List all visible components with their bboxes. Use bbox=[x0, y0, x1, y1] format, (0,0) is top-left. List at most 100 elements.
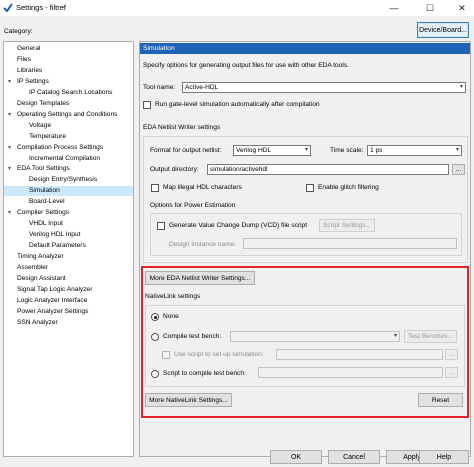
time-scale-dropdown[interactable]: 1 ps ▾ bbox=[367, 145, 462, 156]
tree-item[interactable]: ▾ EDA Tool Settings bbox=[4, 164, 133, 174]
tree-item[interactable]: Simulation bbox=[4, 186, 133, 197]
tree-item[interactable]: Files bbox=[4, 55, 133, 65]
test-benches-button[interactable]: Test Benches... bbox=[404, 330, 457, 343]
compile-test-bench-radio[interactable] bbox=[151, 333, 159, 341]
tree-item[interactable]: Logic Analyzer Interface bbox=[4, 296, 133, 306]
tree-item[interactable]: General bbox=[4, 44, 133, 54]
design-instance-label: Design instance name: bbox=[169, 241, 237, 248]
tree-item-label: General bbox=[17, 45, 41, 52]
tree-item-label: IP Settings bbox=[17, 77, 49, 85]
browse-script-compile-button[interactable]: ... bbox=[445, 367, 458, 378]
tree-item[interactable]: Voltage bbox=[4, 121, 133, 131]
tree-item[interactable]: Timing Analyzer bbox=[4, 252, 133, 262]
chevron-down-icon: ▾ bbox=[393, 333, 397, 339]
chevron-down-icon[interactable]: ▾ bbox=[8, 208, 11, 218]
map-illegal-checkbox[interactable] bbox=[151, 184, 159, 192]
tree-item[interactable]: ▾ Operating Settings and Conditions bbox=[4, 110, 133, 120]
generate-vcd-label: Generate Value Change Dump (VCD) file sc… bbox=[169, 222, 308, 229]
chevron-down-icon: ▾ bbox=[304, 147, 308, 153]
category-tree[interactable]: General Files Libraries ▾ IP Settings IP Cata… bbox=[3, 41, 134, 457]
script-compile-radio[interactable] bbox=[151, 370, 159, 378]
format-dropdown[interactable]: Verilog HDL ▾ bbox=[233, 145, 311, 156]
design-instance-input[interactable] bbox=[243, 238, 457, 249]
chevron-down-icon[interactable]: ▾ bbox=[8, 143, 11, 153]
tree-item[interactable]: Verilog HDL Input bbox=[4, 230, 133, 240]
browse-use-script-button[interactable]: ... bbox=[445, 349, 458, 360]
tree-item[interactable]: Temperature bbox=[4, 132, 133, 142]
chevron-down-icon: ▾ bbox=[455, 147, 459, 153]
reset-button[interactable]: Reset bbox=[418, 393, 463, 407]
tool-name-dropdown[interactable]: Active-HDL ▾ bbox=[182, 82, 466, 93]
format-value: Verilog HDL bbox=[236, 147, 272, 154]
use-script-label: Use script to set up simulation: bbox=[174, 351, 264, 358]
chevron-down-icon[interactable]: ▾ bbox=[8, 77, 11, 87]
tree-item-label: Default Parameters bbox=[29, 242, 86, 250]
tree-item-label: Files bbox=[17, 55, 31, 63]
tree-item[interactable]: Libraries bbox=[4, 66, 133, 76]
tree-item[interactable]: ▾ Compilation Process Settings bbox=[4, 143, 133, 153]
tree-item-label: Temperature bbox=[29, 132, 67, 140]
tree-item-label: EDA Tool Settings bbox=[17, 165, 70, 173]
panel-header: Simulation bbox=[140, 43, 470, 54]
enable-glitch-label: Enable glitch filtering bbox=[318, 184, 379, 191]
maximize-icon: ☐ bbox=[425, 2, 435, 13]
run-gate-level-checkbox[interactable] bbox=[143, 101, 151, 109]
power-section-title: Options for Power Estimation bbox=[150, 202, 236, 209]
time-scale-value: 1 ps bbox=[370, 147, 383, 154]
tree-item-label: Design Templates bbox=[17, 99, 70, 107]
chevron-down-icon[interactable]: ▾ bbox=[8, 110, 11, 120]
script-compile-input[interactable] bbox=[258, 367, 443, 378]
tree-item[interactable]: VHDL Input bbox=[4, 219, 133, 229]
tree-item[interactable]: ▾ Compiler Settings bbox=[4, 208, 133, 218]
tree-item[interactable]: Incremental Compilation bbox=[4, 154, 133, 164]
close-button[interactable]: ✕ bbox=[451, 0, 473, 16]
output-dir-input[interactable]: simulation/activehdl bbox=[207, 164, 449, 175]
use-script-checkbox[interactable] bbox=[162, 351, 170, 359]
chevron-down-icon[interactable]: ▾ bbox=[8, 164, 11, 174]
tree-item[interactable]: Power Analyzer Settings bbox=[4, 307, 133, 317]
tree-item[interactable]: Design Templates bbox=[4, 99, 133, 109]
tree-item[interactable]: Signal Tap Logic Analyzer bbox=[4, 285, 133, 295]
cancel-button[interactable]: Cancel bbox=[328, 450, 380, 464]
browse-output-dir-button[interactable]: ... bbox=[452, 164, 465, 175]
tree-item[interactable]: IP Catalog Search Locations bbox=[4, 88, 133, 98]
tree-item-label: Assembler bbox=[17, 264, 49, 271]
tree-item-label: Simulation bbox=[29, 187, 60, 195]
tree-item[interactable]: Design Assistant bbox=[4, 274, 133, 284]
ok-button[interactable]: OK bbox=[270, 450, 322, 464]
tree-item-label: Incremental Compilation bbox=[29, 154, 101, 162]
script-compile-label: Script to compile test bench: bbox=[163, 370, 246, 377]
maximize-button[interactable]: ☐ bbox=[419, 0, 441, 16]
tool-name-value: Active-HDL bbox=[185, 84, 219, 91]
tree-item-label: Operating Settings and Conditions bbox=[17, 110, 118, 118]
tree-item-label: IP Catalog Search Locations bbox=[29, 88, 113, 96]
generate-vcd-checkbox[interactable] bbox=[157, 222, 165, 230]
run-gate-level-label: Run gate-level simulation automatically … bbox=[155, 101, 320, 108]
tree-item-label: Compiler Settings bbox=[17, 209, 70, 217]
tree-item-label: Design Assistant bbox=[17, 274, 66, 282]
use-script-input[interactable] bbox=[276, 349, 443, 360]
tree-item[interactable]: Board-Level bbox=[4, 197, 133, 207]
more-nativelink-settings-button[interactable]: More NativeLink Settings... bbox=[145, 393, 232, 407]
help-button[interactable]: Help bbox=[419, 450, 469, 464]
category-label: Category: bbox=[4, 28, 33, 35]
tree-item[interactable]: Assembler bbox=[4, 263, 133, 273]
tree-item[interactable]: Design Entry/Synthesis bbox=[4, 175, 133, 185]
enable-glitch-checkbox[interactable] bbox=[306, 184, 314, 192]
format-label: Format for output netlist: bbox=[150, 147, 222, 154]
tree-item-label: Compilation Process Settings bbox=[17, 143, 104, 151]
chevron-down-icon: ▾ bbox=[459, 84, 463, 90]
device-board-button[interactable]: Device/Board... bbox=[417, 22, 469, 38]
tree-item[interactable]: SSN Analyzer bbox=[4, 318, 133, 328]
test-bench-dropdown[interactable]: ▾ bbox=[230, 331, 400, 342]
none-radio[interactable] bbox=[151, 313, 159, 321]
minimize-button[interactable]: — bbox=[383, 0, 405, 16]
more-eda-settings-button[interactable]: More EDA Netlist Writer Settings... bbox=[145, 271, 255, 285]
tree-item-label: Power Analyzer Settings bbox=[17, 307, 89, 315]
title-bar: Settings - filtref — ☐ ✕ bbox=[0, 0, 474, 16]
tree-item-label: Voltage bbox=[29, 121, 51, 129]
tree-item-label: Verilog HDL Input bbox=[29, 231, 81, 239]
tree-item[interactable]: Default Parameters bbox=[4, 241, 133, 251]
tree-item[interactable]: ▾ IP Settings bbox=[4, 77, 133, 87]
script-settings-button[interactable]: Script Settings... bbox=[319, 219, 375, 232]
